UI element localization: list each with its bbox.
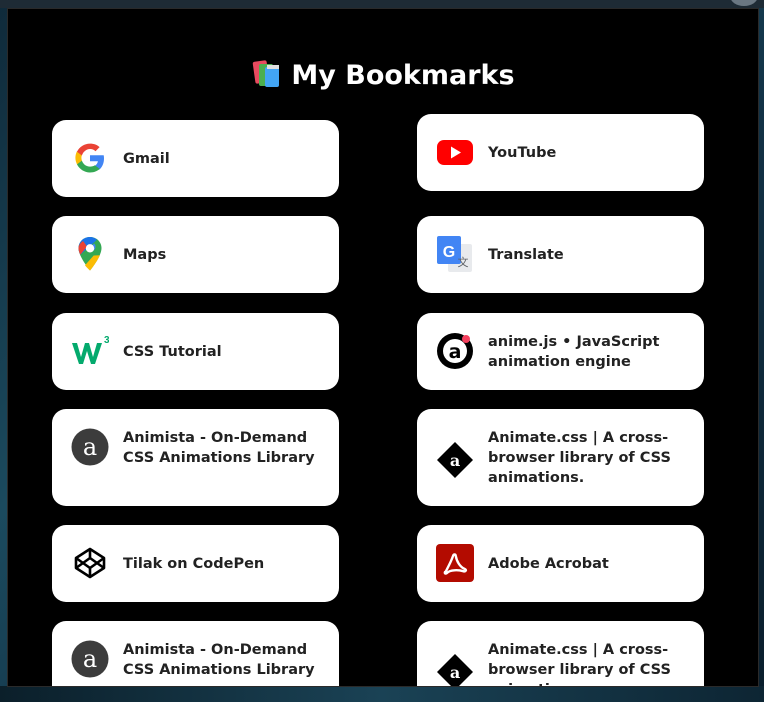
- animista-icon: a: [71, 640, 109, 678]
- animatecss-icon: a: [437, 654, 473, 686]
- w3schools-icon: 3: [72, 335, 109, 364]
- bookmark-label: Adobe Acrobat: [488, 556, 609, 572]
- google-maps-pin-icon: [78, 237, 102, 271]
- bookmarks-popup: My Bookmarks Gmail YouTube Maps G 文 Tran…: [7, 8, 759, 687]
- desktop-taskbar-strip: [0, 686, 764, 702]
- animejs-icon: a: [437, 333, 473, 369]
- bookmark-label: Animista - On-Demand CSS Animations Libr…: [123, 430, 315, 466]
- bookmark-card-youtube[interactable]: YouTube: [417, 114, 704, 191]
- codepen-icon: [74, 547, 106, 579]
- page-title: My Bookmarks: [8, 59, 758, 91]
- bookmark-label: CSS Tutorial: [123, 344, 222, 360]
- bookmark-label: Animate.css | A cross-browser library of…: [488, 642, 671, 686]
- animatecss-icon: a: [437, 442, 473, 478]
- bookmark-label: anime.js • JavaScript animation engine: [488, 334, 660, 370]
- bookmark-label: Tilak on CodePen: [123, 556, 265, 572]
- svg-text:a: a: [450, 451, 460, 470]
- bookmark-label: Animate.css | A cross-browser library of…: [488, 430, 671, 486]
- bookmark-label: Maps: [123, 247, 167, 263]
- bookmark-label: Gmail: [123, 151, 170, 167]
- bookmark-card-maps[interactable]: Maps: [52, 216, 339, 293]
- page-title-text: My Bookmarks: [291, 60, 515, 91]
- svg-text:文: 文: [458, 255, 469, 269]
- bookmark-card-adobe-acrobat[interactable]: Adobe Acrobat: [417, 525, 704, 602]
- bookmark-card-animista[interactable]: a Animista - On-Demand CSS Animations Li…: [52, 409, 339, 506]
- svg-text:a: a: [449, 341, 462, 363]
- svg-text:a: a: [450, 663, 460, 682]
- svg-text:G: G: [443, 244, 455, 261]
- bookmark-label: YouTube: [488, 145, 557, 161]
- svg-text:a: a: [83, 433, 97, 461]
- adobe-acrobat-icon: [436, 544, 474, 582]
- youtube-icon: [437, 140, 473, 165]
- bookmark-card-css-tutorial[interactable]: 3 CSS Tutorial: [52, 313, 339, 390]
- bookmark-card-gmail[interactable]: Gmail: [52, 120, 339, 197]
- bookmark-label: Animista - On-Demand CSS Animations Libr…: [123, 642, 315, 678]
- bookmark-label: Translate: [488, 247, 564, 263]
- bookmark-card-animejs[interactable]: a anime.js • JavaScript animation engine: [417, 313, 704, 390]
- bookmark-card-codepen[interactable]: Tilak on CodePen: [52, 525, 339, 602]
- desktop-top-bar: [0, 0, 764, 8]
- bookmark-card-animatecss-2[interactable]: a Animate.css | A cross-browser library …: [417, 621, 704, 686]
- books-icon: [253, 60, 280, 87]
- bookmark-card-animatecss[interactable]: a Animate.css | A cross-browser library …: [417, 409, 704, 506]
- animista-icon: a: [71, 428, 109, 466]
- svg-text:3: 3: [104, 335, 109, 346]
- bookmark-card-translate[interactable]: G 文 Translate: [417, 216, 704, 293]
- svg-text:a: a: [83, 645, 97, 673]
- google-translate-icon: G 文: [437, 236, 472, 272]
- google-g-icon: [75, 143, 104, 173]
- bookmark-card-animista-2[interactable]: a Animista - On-Demand CSS Animations Li…: [52, 621, 339, 686]
